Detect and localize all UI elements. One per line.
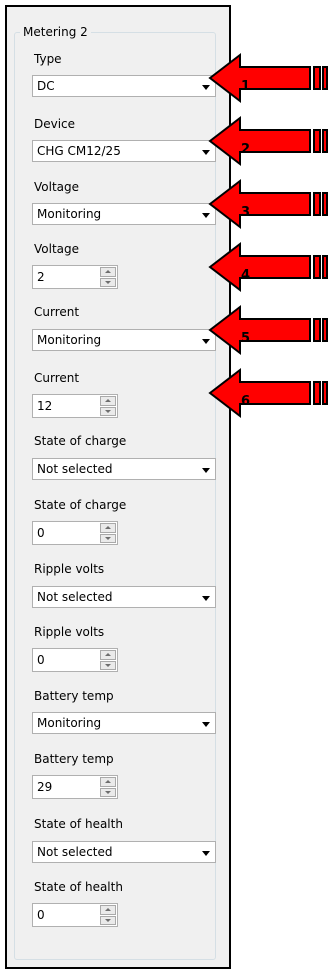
soc-spin-value: 0	[37, 526, 45, 540]
spin-down-button[interactable]	[100, 787, 116, 797]
type-select[interactable]: DC	[32, 75, 216, 97]
soc-value-label: State of charge	[34, 498, 127, 512]
spin-up-button[interactable]	[100, 523, 116, 533]
arrow-up-icon	[105, 526, 111, 530]
voltage-mode-value: Monitoring	[37, 207, 102, 221]
arrow-down-icon	[105, 280, 111, 284]
voltage-spinbox[interactable]: 2	[32, 265, 118, 289]
spin-up-button[interactable]	[100, 267, 116, 277]
soc-spinbox[interactable]: 0	[32, 521, 118, 545]
arrow-up-icon	[105, 780, 111, 784]
ripple-spinbox[interactable]: 0	[32, 648, 118, 672]
current-spin-value: 12	[37, 399, 53, 413]
current-mode-select[interactable]: Monitoring	[32, 329, 216, 351]
device-select[interactable]: CHG CM12/25	[32, 140, 216, 162]
voltage-value-label: Voltage	[34, 242, 80, 256]
callout-number: 2	[241, 142, 251, 157]
current-value-label: Current	[34, 371, 80, 385]
device-label: Device	[34, 117, 76, 131]
callout-number: 5	[241, 331, 251, 346]
callout-arrow-6: 6	[208, 367, 331, 419]
spin-up-button[interactable]	[100, 650, 116, 660]
callout-arrow-shape	[208, 178, 328, 230]
battery-temp-spinbox[interactable]: 29	[32, 775, 118, 799]
callout-arrow-1: 1	[208, 52, 331, 104]
arrow-down-icon	[105, 663, 111, 667]
battery-temp-mode-select[interactable]: Monitoring	[32, 712, 216, 734]
voltage-mode-select[interactable]: Monitoring	[32, 203, 216, 225]
current-mode-value: Monitoring	[37, 333, 102, 347]
spin-up-button[interactable]	[100, 905, 116, 915]
callout-arrow-shape	[208, 52, 328, 104]
dropdown-arrow-icon	[202, 596, 210, 601]
dropdown-arrow-icon	[202, 85, 210, 90]
soh-value-label: State of health	[34, 880, 123, 894]
voltage-mode-label: Voltage	[34, 180, 80, 194]
soh-mode-label: State of health	[34, 817, 123, 831]
ripple-mode-value: Not selected	[37, 590, 113, 604]
device-value: CHG CM12/25	[37, 144, 121, 158]
soc-mode-label: State of charge	[34, 434, 127, 448]
type-label: Type	[34, 52, 62, 66]
callout-arrow-shape	[208, 367, 328, 419]
spin-down-button[interactable]	[100, 660, 116, 670]
dropdown-arrow-icon	[202, 213, 210, 218]
arrow-up-icon	[105, 653, 111, 657]
current-spinbox[interactable]: 12	[32, 394, 118, 418]
callout-arrow-shape	[208, 241, 328, 293]
callout-arrow-shape	[208, 115, 328, 167]
arrow-up-icon	[105, 270, 111, 274]
ripple-spin-value: 0	[37, 653, 45, 667]
soc-mode-select[interactable]: Not selected	[32, 458, 216, 480]
current-mode-label: Current	[34, 305, 80, 319]
ripple-mode-select[interactable]: Not selected	[32, 586, 216, 608]
group-title: Metering 2	[20, 24, 91, 40]
soh-spinbox[interactable]: 0	[32, 903, 118, 927]
spin-down-button[interactable]	[100, 277, 116, 287]
voltage-spin-value: 2	[37, 270, 45, 284]
soh-spin-value: 0	[37, 908, 45, 922]
callout-arrow-shape	[208, 304, 328, 356]
callout-arrow-3: 3	[208, 178, 331, 230]
ripple-mode-label: Ripple volts	[34, 562, 105, 576]
soc-mode-value: Not selected	[37, 462, 113, 476]
arrow-down-icon	[105, 790, 111, 794]
soh-mode-select[interactable]: Not selected	[32, 841, 216, 863]
callout-number: 6	[241, 394, 251, 409]
dropdown-arrow-icon	[202, 150, 210, 155]
callout-number: 1	[241, 79, 251, 94]
dropdown-arrow-icon	[202, 851, 210, 856]
arrow-down-icon	[105, 536, 111, 540]
callout-arrow-2: 2	[208, 115, 331, 167]
spin-up-button[interactable]	[100, 396, 116, 406]
type-value: DC	[37, 79, 55, 93]
callout-arrow-4: 4	[208, 241, 331, 293]
callout-number: 4	[241, 268, 251, 283]
spin-up-button[interactable]	[100, 777, 116, 787]
dropdown-arrow-icon	[202, 722, 210, 727]
battery-temp-value-label: Battery temp	[34, 752, 114, 766]
arrow-up-icon	[105, 399, 111, 403]
spin-down-button[interactable]	[100, 533, 116, 543]
arrow-down-icon	[105, 409, 111, 413]
battery-temp-spin-value: 29	[37, 780, 53, 794]
spin-down-button[interactable]	[100, 915, 116, 925]
callout-arrow-5: 5	[208, 304, 331, 356]
ripple-value-label: Ripple volts	[34, 625, 105, 639]
dropdown-arrow-icon	[202, 468, 210, 473]
soh-mode-value: Not selected	[37, 845, 113, 859]
callout-number: 3	[241, 205, 251, 220]
spin-down-button[interactable]	[100, 406, 116, 416]
battery-temp-mode-label: Battery temp	[34, 689, 114, 703]
arrow-down-icon	[105, 918, 111, 922]
battery-temp-mode-value: Monitoring	[37, 716, 102, 730]
dropdown-arrow-icon	[202, 339, 210, 344]
arrow-up-icon	[105, 908, 111, 912]
